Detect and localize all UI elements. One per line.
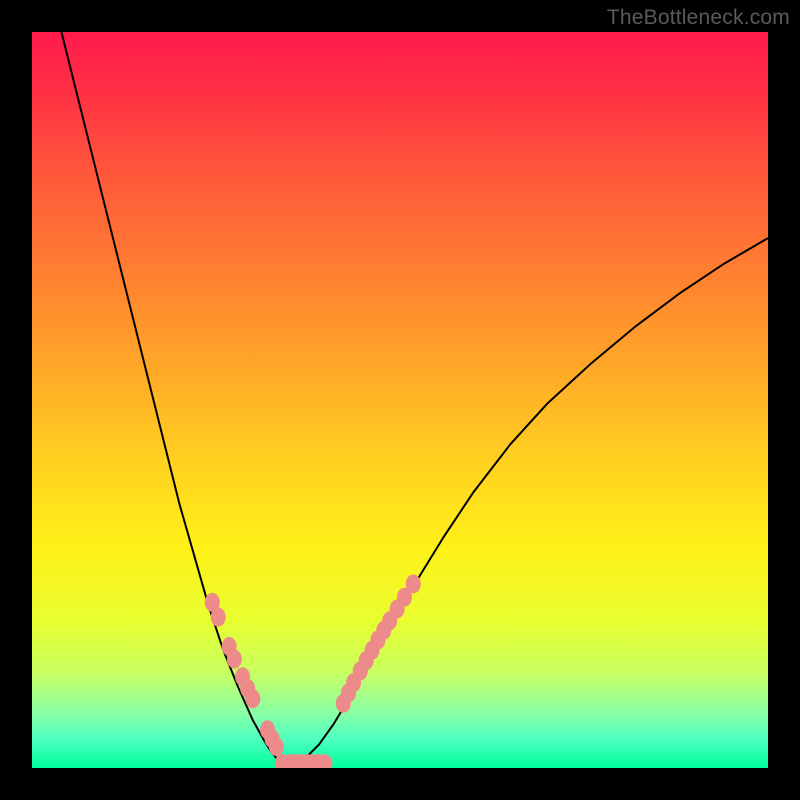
marker-point: [245, 689, 260, 708]
curve-left: [61, 32, 285, 766]
watermark-text: TheBottleneck.com: [607, 6, 790, 30]
chart-svg: [32, 32, 768, 768]
curve-right: [293, 238, 768, 766]
highlighted-points: [205, 575, 421, 769]
marker-point: [269, 737, 284, 756]
marker-point: [211, 608, 226, 627]
marker-point: [406, 575, 421, 594]
marker-point: [227, 650, 242, 669]
chart-plot-area: [32, 32, 768, 768]
